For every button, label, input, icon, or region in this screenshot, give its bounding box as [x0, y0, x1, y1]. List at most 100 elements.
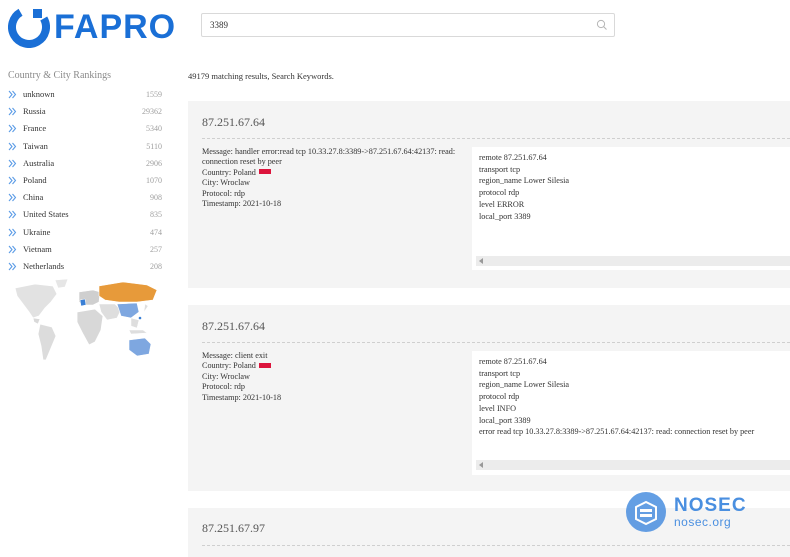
ranking-count: 908 [150, 193, 162, 203]
chevron-right-icon [8, 125, 17, 133]
search-input[interactable] [202, 14, 590, 36]
raw-line: remote 87.251.67.64 [479, 153, 547, 162]
ranking-item[interactable]: Netherlands 208 [8, 258, 168, 275]
result-country: Country: Poland [202, 167, 256, 177]
ranking-item[interactable]: Poland 1070 [8, 172, 168, 189]
search-box[interactable] [201, 13, 615, 37]
card-divider [202, 545, 790, 546]
world-map[interactable] [13, 278, 159, 370]
logo-text: FAPRO [54, 8, 177, 46]
card-divider [202, 138, 790, 139]
raw-line: region_name Lower Silesia [479, 380, 570, 390]
chevron-right-icon [8, 142, 17, 150]
watermark-name: NOSEC [674, 494, 747, 516]
ranking-country: United States [23, 209, 69, 220]
ranking-country: Poland [23, 174, 47, 185]
scroll-left-icon[interactable] [479, 258, 483, 264]
raw-line: level ERROR [479, 199, 525, 209]
chevron-right-icon [8, 245, 17, 254]
raw-data-panel[interactable]: remote 87.251.67.64 transport tcp region… [472, 147, 790, 270]
raw-line: region_name Lower Silesia [479, 176, 570, 186]
ranking-country: Australia [23, 157, 55, 168]
ranking-item[interactable]: China 908 [8, 189, 168, 206]
ranking-item[interactable]: Vietnam 257 [8, 241, 168, 258]
horizontal-scrollbar[interactable] [476, 256, 790, 266]
scroll-left-icon[interactable] [479, 462, 483, 468]
fapro-logo[interactable]: FAPRO [8, 6, 177, 48]
chevron-right-icon [8, 210, 17, 219]
raw-line: level INFO [479, 403, 517, 413]
result-city: City: Wroclaw [202, 371, 250, 381]
ranking-count: 2906 [146, 158, 162, 168]
result-ip[interactable]: 87.251.67.97 [202, 521, 265, 536]
result-protocol: Protocol: rdp [202, 382, 245, 392]
raw-line: transport tcp [479, 164, 521, 174]
nosec-logo-icon [626, 492, 666, 532]
raw-data-panel[interactable]: remote 87.251.67.64 transport tcp region… [472, 351, 790, 475]
map-continents [14, 278, 158, 361]
result-protocol: Protocol: rdp [202, 188, 245, 198]
watermark-site: nosec.org [674, 514, 732, 529]
result-ip[interactable]: 87.251.67.64 [202, 115, 265, 130]
ranking-country: unknown [23, 89, 55, 99]
ranking-count: 5340 [146, 124, 162, 134]
ranking-item[interactable]: Ukraine 474 [8, 224, 168, 241]
chevron-right-icon [8, 90, 17, 99]
results-summary: 49179 matching results, Search Keywords. [188, 71, 334, 81]
result-details: Message: handler error:read tcp 10.33.27… [202, 147, 480, 209]
raw-line: transport tcp [479, 368, 521, 378]
ranking-count: 1070 [146, 175, 162, 185]
ranking-item[interactable]: United States 835 [8, 206, 168, 223]
ranking-count: 835 [150, 210, 162, 220]
raw-line: error read tcp 10.33.27.8:3389->87.251.6… [479, 427, 755, 437]
result-message: Message: handler error:read tcp 10.33.27… [202, 147, 456, 167]
result-card: 87.251.67.64 Message: handler error:read… [188, 101, 790, 288]
nosec-watermark: NOSEC nosec.org [626, 490, 786, 534]
ranking-country: Russia [23, 106, 46, 117]
chevron-right-icon [8, 193, 17, 202]
result-timestamp: Timestamp: 2021-10-18 [202, 392, 282, 402]
raw-line: protocol rdp [479, 188, 520, 198]
ranking-count: 208 [150, 261, 162, 271]
chevron-right-icon [8, 262, 17, 271]
ranking-item[interactable]: France 5340 [8, 120, 168, 137]
chevron-right-icon [8, 107, 17, 116]
ranking-country: France [23, 123, 47, 134]
poland-flag-icon [258, 363, 271, 369]
ranking-country: Taiwan [23, 140, 48, 151]
result-timestamp: Timestamp: 2021-10-18 [202, 199, 282, 209]
ranking-country: Netherlands [23, 260, 65, 271]
chevron-right-icon [8, 159, 17, 168]
raw-line: remote 87.251.67.64 [479, 357, 547, 366]
ranking-count: 474 [150, 227, 162, 237]
rankings-sidebar: Country & City Rankings unknown 1559 Russi… [8, 70, 168, 275]
result-message: Message: client exit [202, 351, 268, 360]
raw-data-lines: remote 87.251.67.64 transport tcp region… [479, 356, 754, 438]
ranking-count: 257 [150, 244, 162, 254]
ranking-item[interactable]: Russia 29362 [8, 103, 168, 120]
raw-line: local_port 3389 [479, 211, 531, 221]
result-country: Country: Poland [202, 361, 256, 371]
fapro-logo-icon [8, 6, 50, 48]
poland-flag-icon [258, 169, 271, 175]
search-icon[interactable] [596, 19, 608, 31]
result-details: Message: client exit Country: Poland Cit… [202, 351, 480, 403]
rankings-title: Country & City Rankings [8, 70, 112, 81]
result-card: 87.251.67.64 Message: client exit Countr… [188, 305, 790, 491]
raw-line: local_port 3389 [479, 415, 531, 425]
raw-line: protocol rdp [479, 392, 520, 402]
raw-data-lines: remote 87.251.67.64 transport tcp region… [479, 152, 569, 222]
chevron-right-icon [8, 176, 17, 185]
ranking-item[interactable]: unknown 1559 [8, 86, 168, 103]
rankings-list: unknown 1559 Russia 29362 France 5340 Taiwan 51… [8, 86, 168, 275]
horizontal-scrollbar[interactable] [476, 460, 790, 470]
ranking-count: 5110 [146, 141, 162, 151]
ranking-country: Ukraine [23, 226, 51, 237]
ranking-item[interactable]: Australia 2906 [8, 155, 168, 172]
card-divider [202, 342, 790, 343]
ranking-item[interactable]: Taiwan 5110 [8, 138, 168, 155]
ranking-count: 29362 [142, 107, 162, 117]
ranking-country: China [23, 192, 44, 203]
result-ip[interactable]: 87.251.67.64 [202, 319, 265, 334]
ranking-count: 1559 [146, 90, 162, 99]
